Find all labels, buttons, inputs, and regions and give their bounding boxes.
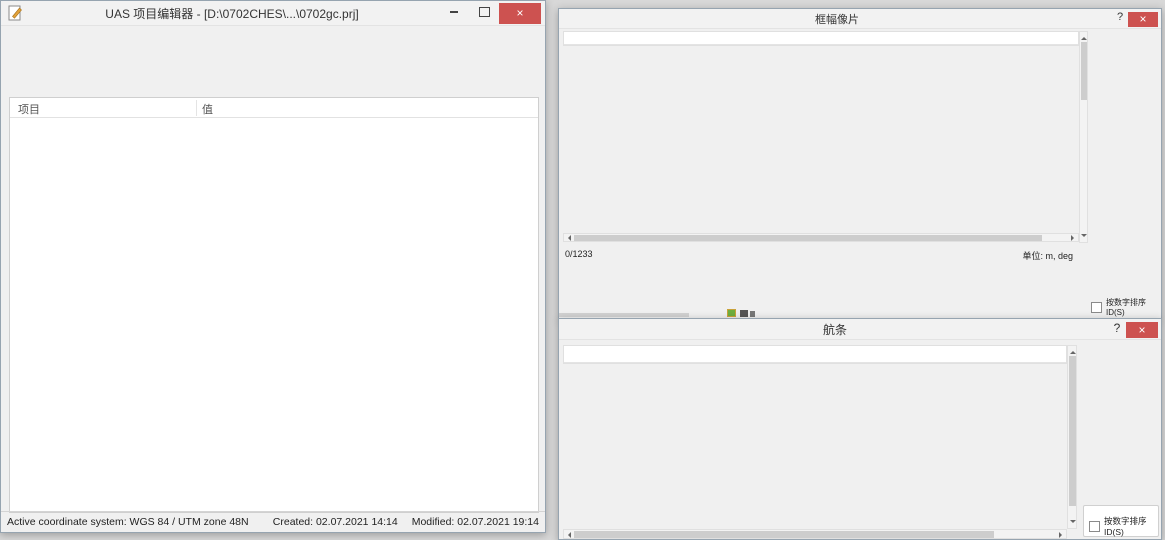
strips-table — [563, 345, 1067, 364]
frame-photos-titlebar: 框幅像片 ? — [559, 9, 1161, 29]
strips-title: 航条 — [562, 321, 1108, 338]
frame-photos-window: 框幅像片 ? 0/1233 单位: m, deg 按数字排序ID(S) — [558, 8, 1162, 320]
frame-photos-table — [563, 31, 1079, 46]
vertical-scrollbar[interactable] — [1067, 345, 1077, 529]
app-icon — [7, 5, 23, 21]
close-button[interactable] — [1128, 12, 1158, 27]
tree-column-value: 值 — [202, 101, 213, 117]
project-tree-panel: 项目 值 — [9, 97, 539, 513]
help-button[interactable]: ? — [1112, 11, 1128, 23]
sort-numeric-checkbox-row[interactable]: 按数字排序ID(S) — [1089, 515, 1161, 537]
editor-window: UAS 项目编辑器 - [D:\0702CHES\...\0702gc.prj]… — [0, 0, 546, 533]
sort-numeric-checkbox-row[interactable]: 按数字排序ID(S) — [1091, 297, 1161, 317]
strips-titlebar: 航条 ? — [559, 319, 1161, 340]
editor-statusbar: Active coordinate system: WGS 84 / UTM z… — [1, 511, 545, 532]
checkbox-unchecked[interactable] — [1089, 521, 1100, 532]
column-divider[interactable] — [196, 100, 197, 116]
sort-numeric-label: 按数字排序ID(S) — [1106, 297, 1161, 317]
menubar — [1, 26, 545, 49]
editor-window-title: UAS 项目编辑器 - [D:\0702CHES\...\0702gc.prj] — [25, 5, 439, 22]
units-label: 单位: m, deg — [1022, 249, 1073, 262]
tree-column-item: 项目 — [18, 101, 40, 117]
tree-header: 项目 值 — [10, 98, 538, 118]
frame-photos-title: 框幅像片 — [562, 11, 1112, 27]
help-button[interactable]: ? — [1108, 321, 1126, 335]
minimize-button[interactable] — [439, 3, 469, 22]
checkbox-unchecked[interactable] — [1091, 302, 1102, 313]
horizontal-scrollbar[interactable] — [563, 529, 1067, 539]
created-timestamp: Created: 02.07.2021 14:14 — [273, 516, 398, 528]
active-coordinate-system: Active coordinate system: WGS 84 / UTM z… — [7, 516, 273, 528]
table-header-row — [564, 346, 1066, 363]
strips-window: 航条 ? 按数字排序ID(S) — [558, 318, 1162, 540]
toolbar — [1, 49, 545, 78]
modified-timestamp: Modified: 02.07.2021 19:14 — [412, 516, 539, 528]
vertical-scrollbar[interactable] — [1079, 31, 1088, 243]
close-button[interactable] — [1126, 322, 1158, 338]
table-header-row — [564, 32, 1078, 45]
horizontal-scrollbar[interactable] — [563, 233, 1079, 242]
selection-count: 0/1233 — [565, 249, 593, 259]
editor-titlebar: UAS 项目编辑器 - [D:\0702CHES\...\0702gc.prj] — [1, 1, 545, 26]
desktop: UAS 项目编辑器 - [D:\0702CHES\...\0702gc.prj]… — [0, 0, 1165, 540]
maximize-button[interactable] — [469, 3, 499, 22]
sort-numeric-label: 按数字排序ID(S) — [1104, 515, 1161, 537]
close-button[interactable] — [499, 3, 541, 24]
